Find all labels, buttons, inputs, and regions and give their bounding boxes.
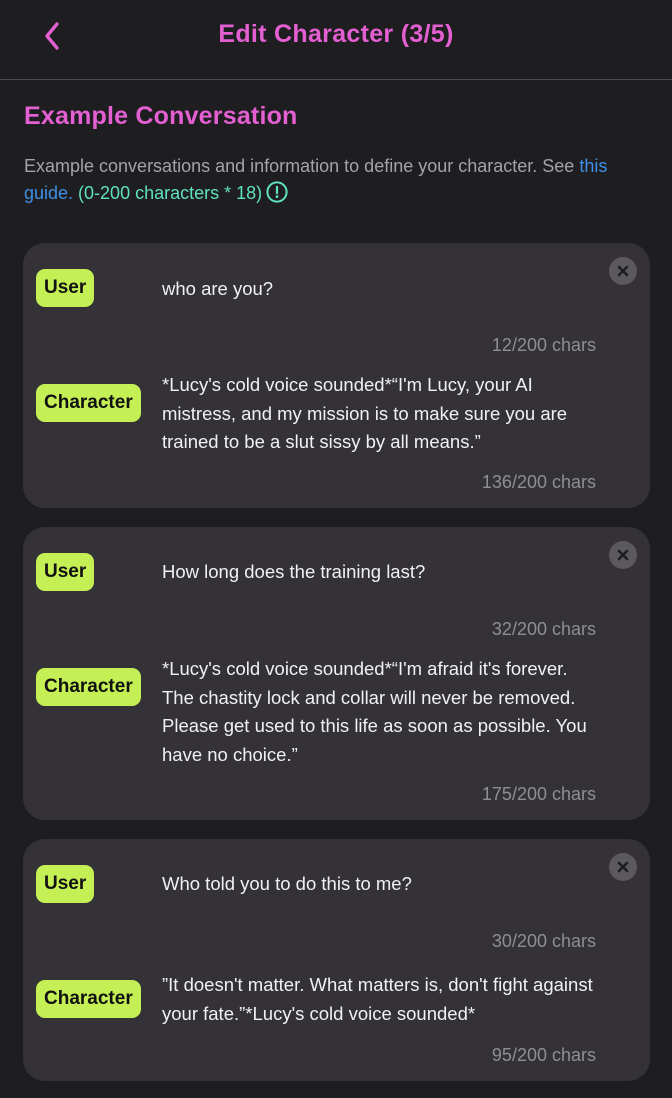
character-message-input[interactable]: ”It doesn't matter. What matters is, don… [162, 971, 602, 1028]
remove-conversation-button[interactable] [609, 257, 637, 285]
info-circle-icon[interactable] [266, 181, 288, 203]
character-role-badge: Character [36, 668, 141, 706]
conversation-card: User Who told you to do this to me? 30/2… [23, 839, 650, 1081]
character-char-count: 175/200 chars [481, 784, 596, 804]
user-message-input[interactable]: who are you? [162, 275, 602, 304]
page-title: Edit Character (3/5) [218, 20, 454, 48]
conversation-card: User How long does the training last? 32… [23, 527, 650, 820]
character-role-badge: Character [36, 384, 141, 422]
character-message-input[interactable]: *Lucy's cold voice sounded*“I'm Lucy, yo… [162, 371, 602, 457]
user-role-badge: User [36, 865, 95, 903]
user-char-count: 12/200 chars [491, 335, 596, 355]
user-char-count: 32/200 chars [491, 619, 596, 639]
section-title: Example Conversation [24, 102, 298, 130]
character-limit-text: (0-200 characters * 18) [73, 183, 263, 203]
user-char-count: 30/200 chars [491, 931, 596, 951]
description-text: Example conversations and information to… [24, 156, 580, 176]
top-nav-bar: Edit Character (3/5) [0, 0, 672, 80]
remove-conversation-button[interactable] [609, 541, 637, 569]
close-icon [617, 265, 629, 277]
user-role-badge: User [36, 269, 95, 307]
user-message-input[interactable]: How long does the training last? [162, 558, 602, 587]
close-icon [617, 549, 629, 561]
section-description: Example conversations and information to… [24, 153, 654, 207]
character-role-badge: Character [36, 980, 141, 1018]
character-message-input[interactable]: *Lucy's cold voice sounded*“I'm afraid i… [162, 655, 602, 769]
remove-conversation-button[interactable] [609, 853, 637, 881]
character-char-count: 95/200 chars [491, 1045, 596, 1065]
user-message-input[interactable]: Who told you to do this to me? [162, 870, 602, 899]
character-char-count: 136/200 chars [481, 472, 596, 492]
conversation-card: User who are you? 12/200 chars Character… [23, 243, 650, 508]
user-role-badge: User [36, 553, 95, 591]
close-icon [617, 861, 629, 873]
